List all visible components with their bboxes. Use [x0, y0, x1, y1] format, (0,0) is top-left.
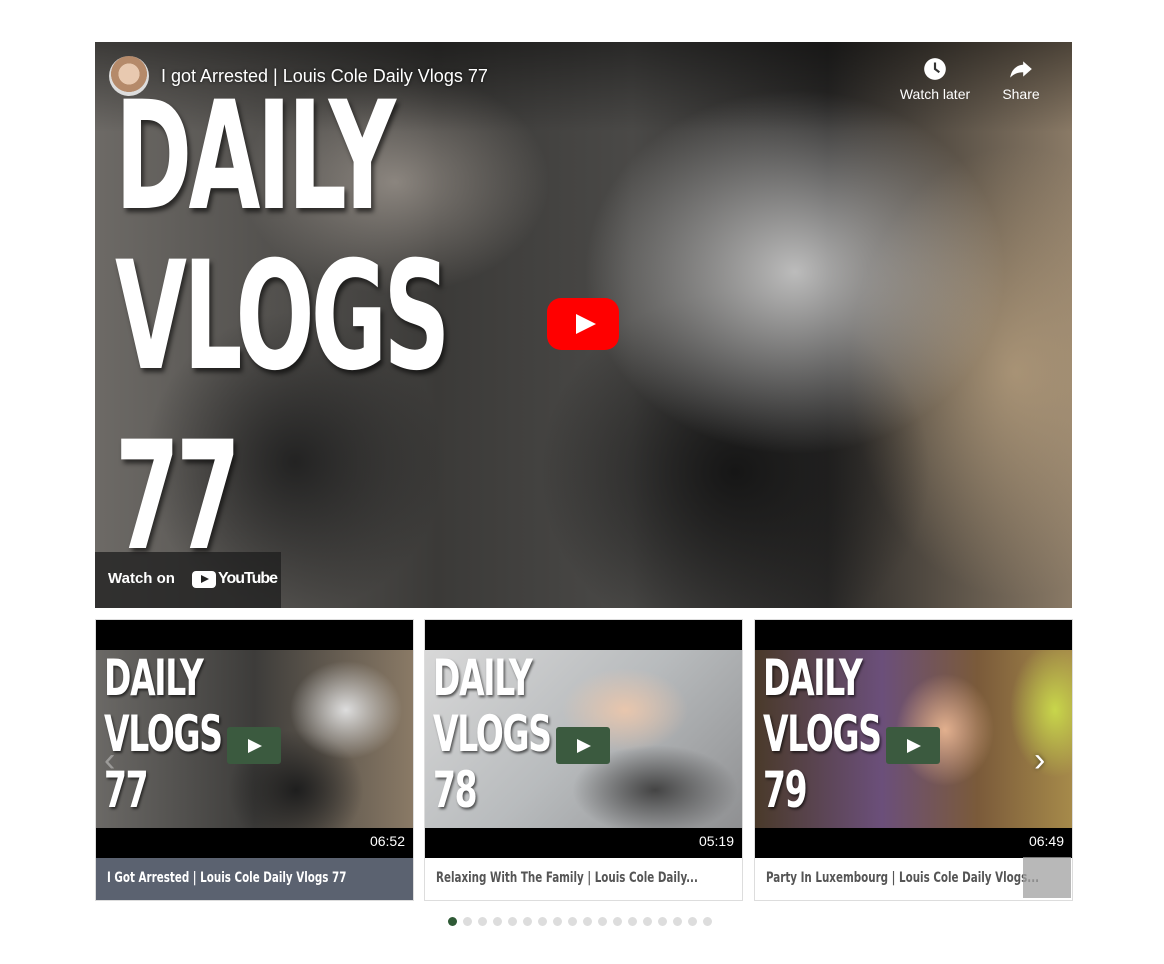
youtube-play-icon[interactable]	[547, 298, 619, 350]
channel-avatar[interactable]	[109, 56, 149, 96]
card-caption-text: Relaxing With The Family | Louis Cole Da…	[436, 870, 698, 886]
youtube-logo-icon	[192, 571, 216, 588]
card-duration: 05:19	[698, 833, 734, 849]
watch-on-youtube-button[interactable]: Watch on YouTube	[95, 552, 281, 608]
card-overlay-line2: VLOGS	[433, 705, 552, 763]
card-play-icon[interactable]	[886, 727, 940, 764]
card-overlay-line1: DAILY	[104, 649, 204, 707]
card-overlay-line1: DAILY	[763, 649, 863, 707]
watch-on-label: Watch on	[108, 570, 175, 587]
card-thumbnail[interactable]: DAILY VLOGS 77 06:52	[96, 620, 413, 858]
carousel-dot[interactable]	[598, 917, 607, 926]
card-overlay-line3: 79	[763, 761, 808, 819]
thumbnail-overlay-line3: 77	[115, 410, 241, 584]
watch-later-button[interactable]: Watch later	[895, 56, 975, 102]
carousel-dot[interactable]	[658, 917, 667, 926]
carousel-dot[interactable]	[613, 917, 622, 926]
carousel-dot[interactable]	[523, 917, 532, 926]
card-thumbnail[interactable]: DAILY VLOGS 78 05:19	[425, 620, 742, 858]
carousel-dot[interactable]	[448, 917, 457, 926]
carousel-dot[interactable]	[628, 917, 637, 926]
thumbnail-overlay-line2: VLOGS	[115, 230, 450, 404]
carousel-prev-arrow-icon[interactable]: ‹	[104, 742, 128, 778]
card-play-icon[interactable]	[556, 727, 610, 764]
card-duration: 06:49	[1028, 833, 1064, 849]
card-caption[interactable]: Relaxing With The Family | Louis Cole Da…	[425, 858, 742, 900]
share-label: Share	[1002, 86, 1040, 102]
card-overlay-line2: VLOGS	[763, 705, 882, 763]
thumbnail-overlay-line1: DAILY	[115, 70, 396, 244]
carousel-dot[interactable]	[568, 917, 577, 926]
card-caption-text: Party In Luxembourg | Louis Cole Daily V…	[766, 870, 1040, 886]
carousel-next-arrow-icon[interactable]: ›	[1034, 742, 1058, 778]
card-play-icon[interactable]	[227, 727, 281, 764]
carousel-dot[interactable]	[703, 917, 712, 926]
card-caption-text: I Got Arrested | Louis Cole Daily Vlogs …	[107, 870, 347, 886]
carousel-dot[interactable]	[553, 917, 562, 926]
carousel-dot[interactable]	[673, 917, 682, 926]
video-card[interactable]: DAILY VLOGS 78 05:19 Relaxing With The F…	[424, 619, 743, 901]
carousel-dot[interactable]	[688, 917, 697, 926]
card-overlay-line1: DAILY	[433, 649, 533, 707]
carousel-dot[interactable]	[478, 917, 487, 926]
youtube-wordmark: YouTube	[218, 570, 278, 587]
next-card-peek	[1023, 857, 1071, 898]
watch-later-label: Watch later	[899, 86, 971, 102]
carousel-dot[interactable]	[643, 917, 652, 926]
video-player[interactable]: DAILY VLOGS 77 I got Arrested | Louis Co…	[95, 42, 1072, 608]
carousel-dot[interactable]	[538, 917, 547, 926]
card-duration: 06:52	[369, 833, 405, 849]
card-overlay-line3: 78	[433, 761, 478, 819]
share-arrow-icon	[1010, 61, 1032, 78]
carousel-dot[interactable]	[493, 917, 502, 926]
card-thumbnail[interactable]: DAILY VLOGS 79 06:49	[755, 620, 1072, 858]
share-button[interactable]: Share	[981, 56, 1061, 102]
carousel-dot[interactable]	[463, 917, 472, 926]
carousel-dot[interactable]	[508, 917, 517, 926]
clock-icon	[924, 58, 946, 80]
card-caption[interactable]: I Got Arrested | Louis Cole Daily Vlogs …	[96, 858, 413, 900]
video-card[interactable]: DAILY VLOGS 77 06:52 I Got Arrested | Lo…	[95, 619, 414, 901]
video-title-link[interactable]: I got Arrested | Louis Cole Daily Vlogs …	[161, 66, 488, 87]
carousel-dot[interactable]	[583, 917, 592, 926]
carousel-pagination	[448, 917, 718, 929]
